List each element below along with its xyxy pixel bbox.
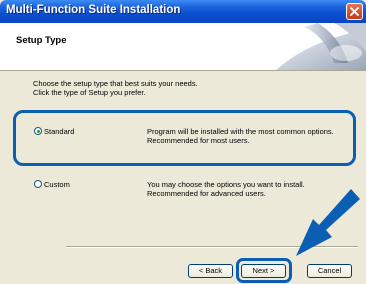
installer-window: Multi-Function Suite Installation Setup … (0, 0, 366, 284)
pointer-arrow-icon (296, 189, 360, 256)
